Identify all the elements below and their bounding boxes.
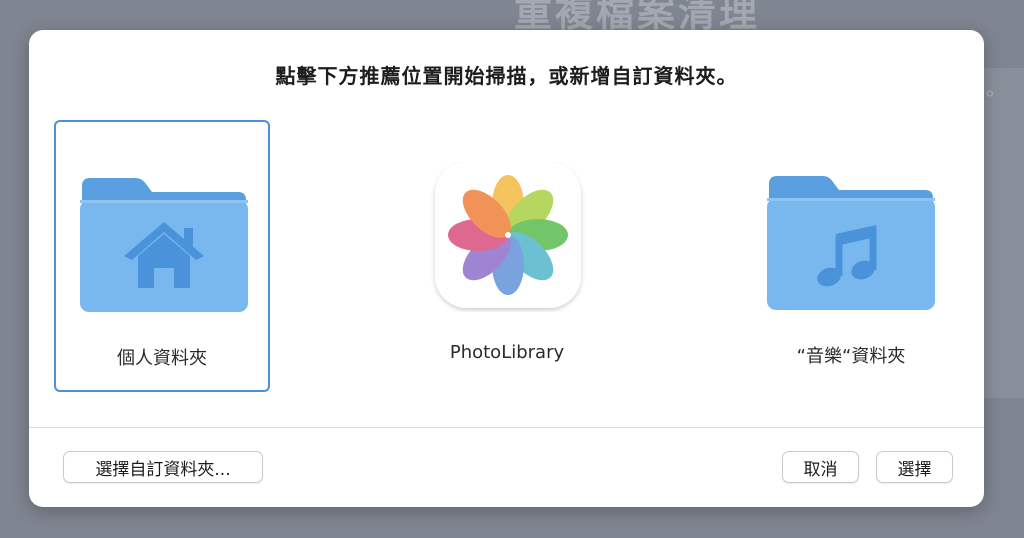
background-side-text: 。 bbox=[986, 76, 1006, 100]
location-label: 個人資料夾 bbox=[117, 348, 207, 369]
background-panel bbox=[984, 68, 1024, 398]
footer-divider bbox=[29, 427, 984, 428]
scan-location-dialog: 點擊下方推薦位置開始掃描，或新增自訂資料夾。 個人資料夾 PhotoLibrar… bbox=[29, 30, 984, 507]
location-home-folder[interactable]: 個人資料夾 bbox=[54, 120, 270, 392]
location-label: “音樂“資料夾 bbox=[796, 346, 906, 367]
choose-button[interactable]: 選擇 bbox=[876, 451, 953, 483]
music-folder-icon bbox=[767, 176, 935, 310]
photos-app-icon bbox=[435, 162, 581, 308]
location-music-folder[interactable]: “音樂“資料夾 bbox=[743, 120, 959, 392]
cancel-button[interactable]: 取消 bbox=[782, 451, 859, 483]
home-folder-icon bbox=[80, 178, 248, 312]
location-label: PhotoLibrary bbox=[449, 342, 565, 363]
dialog-prompt: 點擊下方推薦位置開始掃描，或新增自訂資料夾。 bbox=[275, 64, 738, 88]
choose-custom-folder-button[interactable]: 選擇自訂資料夾... bbox=[63, 451, 263, 483]
location-photo-library[interactable]: PhotoLibrary bbox=[399, 120, 615, 392]
